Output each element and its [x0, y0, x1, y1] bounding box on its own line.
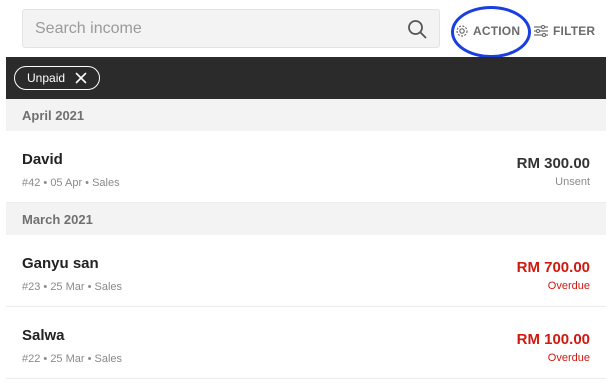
- action-label: ACTION: [473, 24, 521, 38]
- search-box[interactable]: [22, 9, 440, 48]
- list-item[interactable]: Salwa #22 • 25 Mar • Sales RM 100.00 Ove…: [6, 307, 606, 379]
- action-button[interactable]: ACTION: [455, 20, 520, 42]
- status-label: Overdue: [547, 352, 590, 364]
- item-meta: #23 • 25 Mar • Sales: [22, 281, 123, 293]
- customer-name: Ganyu san: [22, 255, 99, 272]
- filter-chip-label: Unpaid: [27, 71, 66, 85]
- group-header: March 2021: [6, 203, 606, 235]
- item-amount: RM 700.00: [516, 259, 590, 276]
- status-label: Unsent: [555, 176, 590, 188]
- filter-button[interactable]: FILTER: [534, 20, 595, 42]
- filter-sliders-icon: [534, 25, 548, 37]
- group-header: April 2021: [6, 99, 606, 131]
- customer-name: Salwa: [22, 327, 65, 344]
- filter-chip-unpaid[interactable]: Unpaid: [14, 66, 100, 90]
- filter-label: FILTER: [553, 24, 596, 38]
- item-meta: #22 • 25 Mar • Sales: [22, 353, 123, 365]
- active-filters-bar: Unpaid: [6, 57, 606, 99]
- top-bar: ACTION FILTER: [0, 0, 614, 58]
- income-list: April 2021 David #42 • 05 Apr • Sales RM…: [6, 99, 606, 379]
- item-meta: #42 • 05 Apr • Sales: [22, 177, 120, 189]
- customer-name: David: [22, 151, 63, 168]
- close-icon[interactable]: [75, 72, 87, 84]
- search-icon[interactable]: [407, 19, 427, 39]
- search-input[interactable]: [23, 10, 403, 47]
- list-item[interactable]: David #42 • 05 Apr • Sales RM 300.00 Uns…: [6, 131, 606, 203]
- list-item[interactable]: Ganyu san #23 • 25 Mar • Sales RM 700.00…: [6, 235, 606, 307]
- item-amount: RM 300.00: [516, 155, 590, 172]
- status-label: Overdue: [547, 280, 590, 292]
- gear-icon: [456, 25, 468, 37]
- item-amount: RM 100.00: [516, 331, 590, 348]
